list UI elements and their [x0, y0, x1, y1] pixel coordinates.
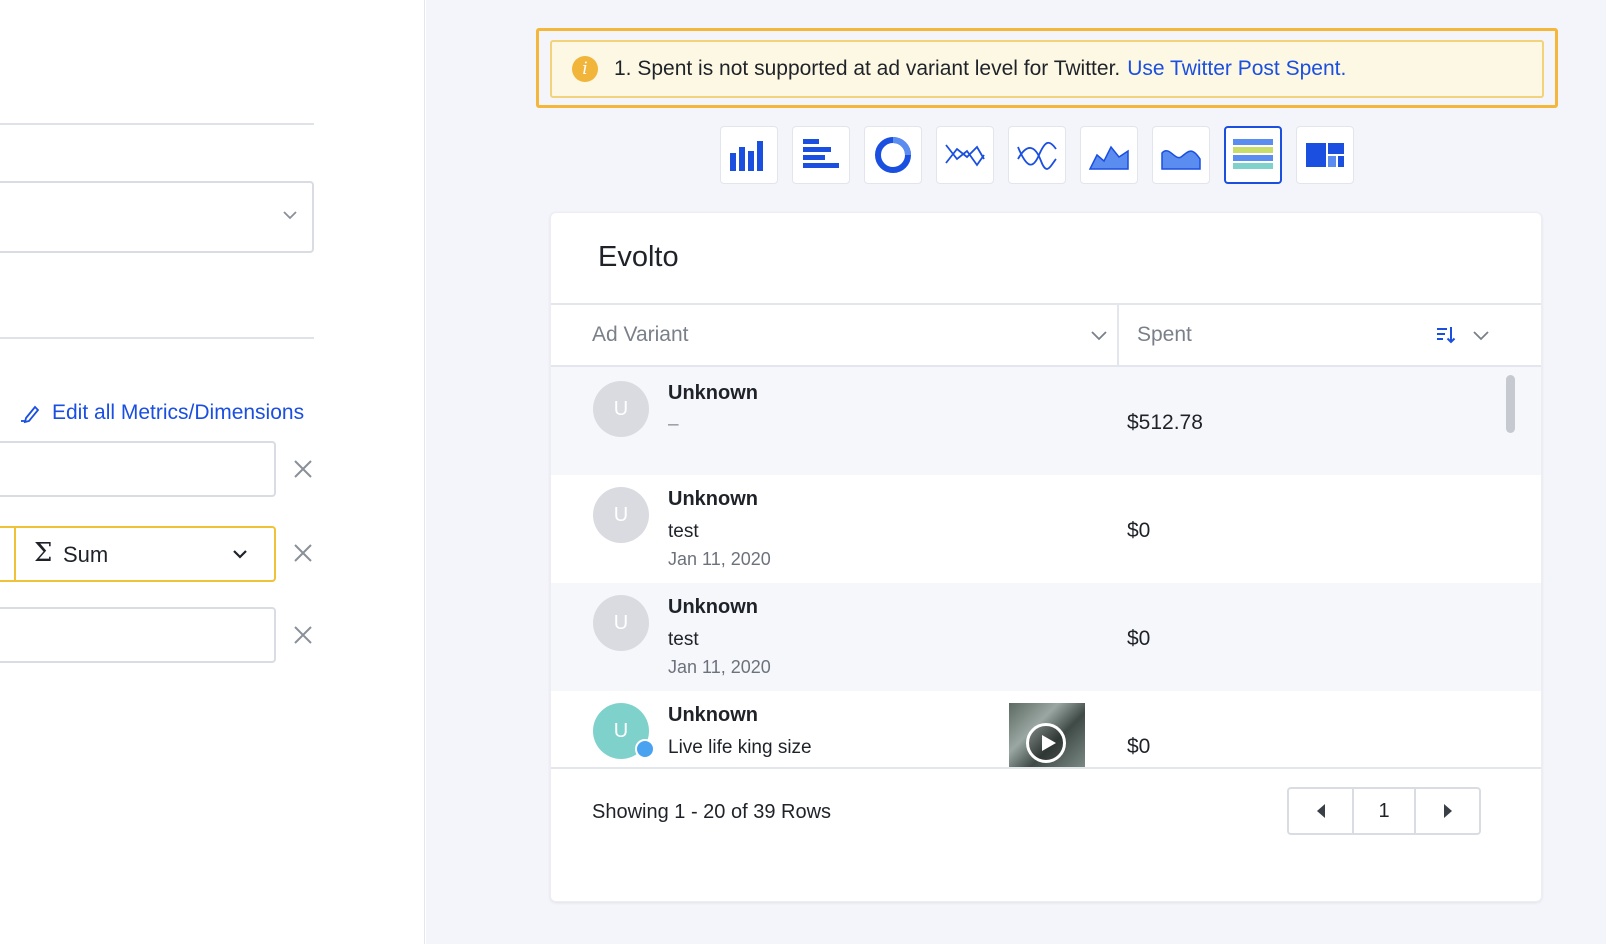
current-page[interactable]: 1 — [1352, 789, 1416, 833]
metric-field[interactable] — [0, 607, 276, 663]
table-row[interactable]: U Unknown Live life king size $0 — [551, 691, 1541, 767]
row-spent: $0 — [1127, 735, 1151, 758]
scrollbar-thumb[interactable] — [1506, 375, 1515, 433]
divider — [0, 337, 314, 339]
twitter-icon — [635, 739, 655, 759]
chart-type-selector — [720, 126, 1354, 184]
chart-type-treemap[interactable] — [1296, 126, 1354, 184]
smooth-area-chart-icon — [1161, 150, 1201, 170]
table-header: Ad Variant Spent — [551, 303, 1541, 367]
row-subtitle: – — [668, 414, 679, 435]
edit-all-metrics-link[interactable]: Edit all Metrics/Dimensions — [18, 398, 304, 428]
metric-field[interactable] — [0, 441, 276, 497]
row-count-label: Showing 1 - 20 of 39 Rows — [592, 801, 832, 823]
play-icon — [1026, 723, 1066, 763]
preview-panel: i 1. Spent is not supported at ad varian… — [426, 0, 1606, 944]
close-icon[interactable] — [290, 456, 316, 482]
field-divider — [14, 528, 16, 580]
chevron-down-icon[interactable] — [1089, 325, 1109, 345]
table-row[interactable]: U Unknown – $512.78 — [551, 367, 1541, 475]
chart-type-table[interactable] — [1224, 126, 1282, 184]
row-spent: $0 — [1127, 519, 1151, 542]
divider — [0, 123, 314, 125]
chart-type-area[interactable] — [1080, 126, 1138, 184]
row-spent: $0 — [1127, 627, 1151, 650]
table-footer: Showing 1 - 20 of 39 Rows 1 — [551, 767, 1541, 901]
sort-descending-icon[interactable] — [1435, 324, 1457, 346]
table-body: U Unknown – $512.78 U Unknown test Jan 1… — [551, 367, 1541, 767]
caret-left-icon — [1316, 804, 1325, 818]
row-name: Unknown — [668, 596, 758, 618]
previous-page-button[interactable] — [1289, 789, 1352, 833]
column-divider — [1117, 305, 1119, 367]
pencil-icon — [21, 405, 40, 424]
chart-type-smooth-area[interactable] — [1152, 126, 1210, 184]
row-subtitle: test — [668, 629, 699, 650]
chart-type-smooth-line[interactable] — [1008, 126, 1066, 184]
warning-text: 1. Spent is not supported at ad variant … — [614, 57, 1121, 80]
chevron-down-icon — [233, 550, 247, 559]
row-spent: $512.78 — [1127, 411, 1203, 434]
area-chart-icon — [1088, 145, 1129, 170]
sigma-icon: Σ — [34, 538, 53, 568]
dimension-select[interactable] — [0, 181, 314, 253]
edit-all-label: Edit all Metrics/Dimensions — [52, 401, 305, 424]
row-date: Jan 11, 2020 — [668, 657, 771, 677]
line-chart-icon — [945, 144, 985, 167]
smooth-line-chart-icon — [1017, 141, 1057, 170]
row-name: Unknown — [668, 488, 758, 510]
close-icon[interactable] — [290, 540, 316, 566]
avatar: U — [593, 487, 649, 543]
treemap-chart-icon — [1306, 143, 1344, 167]
chevron-down-icon — [282, 207, 298, 228]
chart-type-vertical-bar[interactable] — [720, 126, 778, 184]
widget-title: Evolto — [598, 241, 679, 273]
chart-type-line[interactable] — [936, 126, 994, 184]
pagination: 1 — [1287, 787, 1481, 835]
column-header-ad-variant[interactable]: Ad Variant — [592, 305, 1102, 365]
table-row[interactable]: U Unknown test Jan 11, 2020 $0 — [551, 583, 1541, 691]
table-chart-icon — [1233, 139, 1273, 169]
next-page-button[interactable] — [1416, 789, 1479, 833]
donut-chart-icon — [875, 137, 911, 173]
vertical-bar-chart-icon — [730, 141, 763, 171]
config-panel: Edit all Metrics/Dimensions Σ Sum — [0, 0, 425, 944]
aggregation-label: Sum — [63, 542, 109, 567]
row-subtitle: test — [668, 521, 699, 542]
row-date: Jan 11, 2020 — [668, 549, 771, 569]
chevron-down-icon[interactable] — [1471, 325, 1491, 345]
avatar: U — [593, 595, 649, 651]
warning-highlight: i 1. Spent is not supported at ad varian… — [536, 28, 1558, 108]
row-name: Unknown — [668, 382, 758, 404]
use-twitter-post-spent-link[interactable]: Use Twitter Post Spent. — [1127, 57, 1346, 81]
aggregation-select[interactable]: Σ Sum — [0, 526, 276, 582]
caret-right-icon — [1443, 804, 1452, 818]
horizontal-bar-chart-icon — [803, 139, 839, 168]
close-icon[interactable] — [290, 622, 316, 648]
chart-type-horizontal-bar[interactable] — [792, 126, 850, 184]
row-name: Unknown — [668, 704, 758, 726]
table-widget-card: Evolto Ad Variant Spent U Unknown – $512… — [550, 212, 1542, 902]
info-icon: i — [572, 56, 598, 82]
row-subtitle: Live life king size — [668, 737, 812, 758]
table-row[interactable]: U Unknown test Jan 11, 2020 $0 — [551, 475, 1541, 583]
avatar: U — [593, 381, 649, 437]
video-thumbnail[interactable] — [1009, 703, 1085, 767]
column-header-spent[interactable]: Spent — [1137, 305, 1192, 365]
chart-type-donut[interactable] — [864, 126, 922, 184]
warning-banner: i 1. Spent is not supported at ad varian… — [550, 40, 1544, 98]
